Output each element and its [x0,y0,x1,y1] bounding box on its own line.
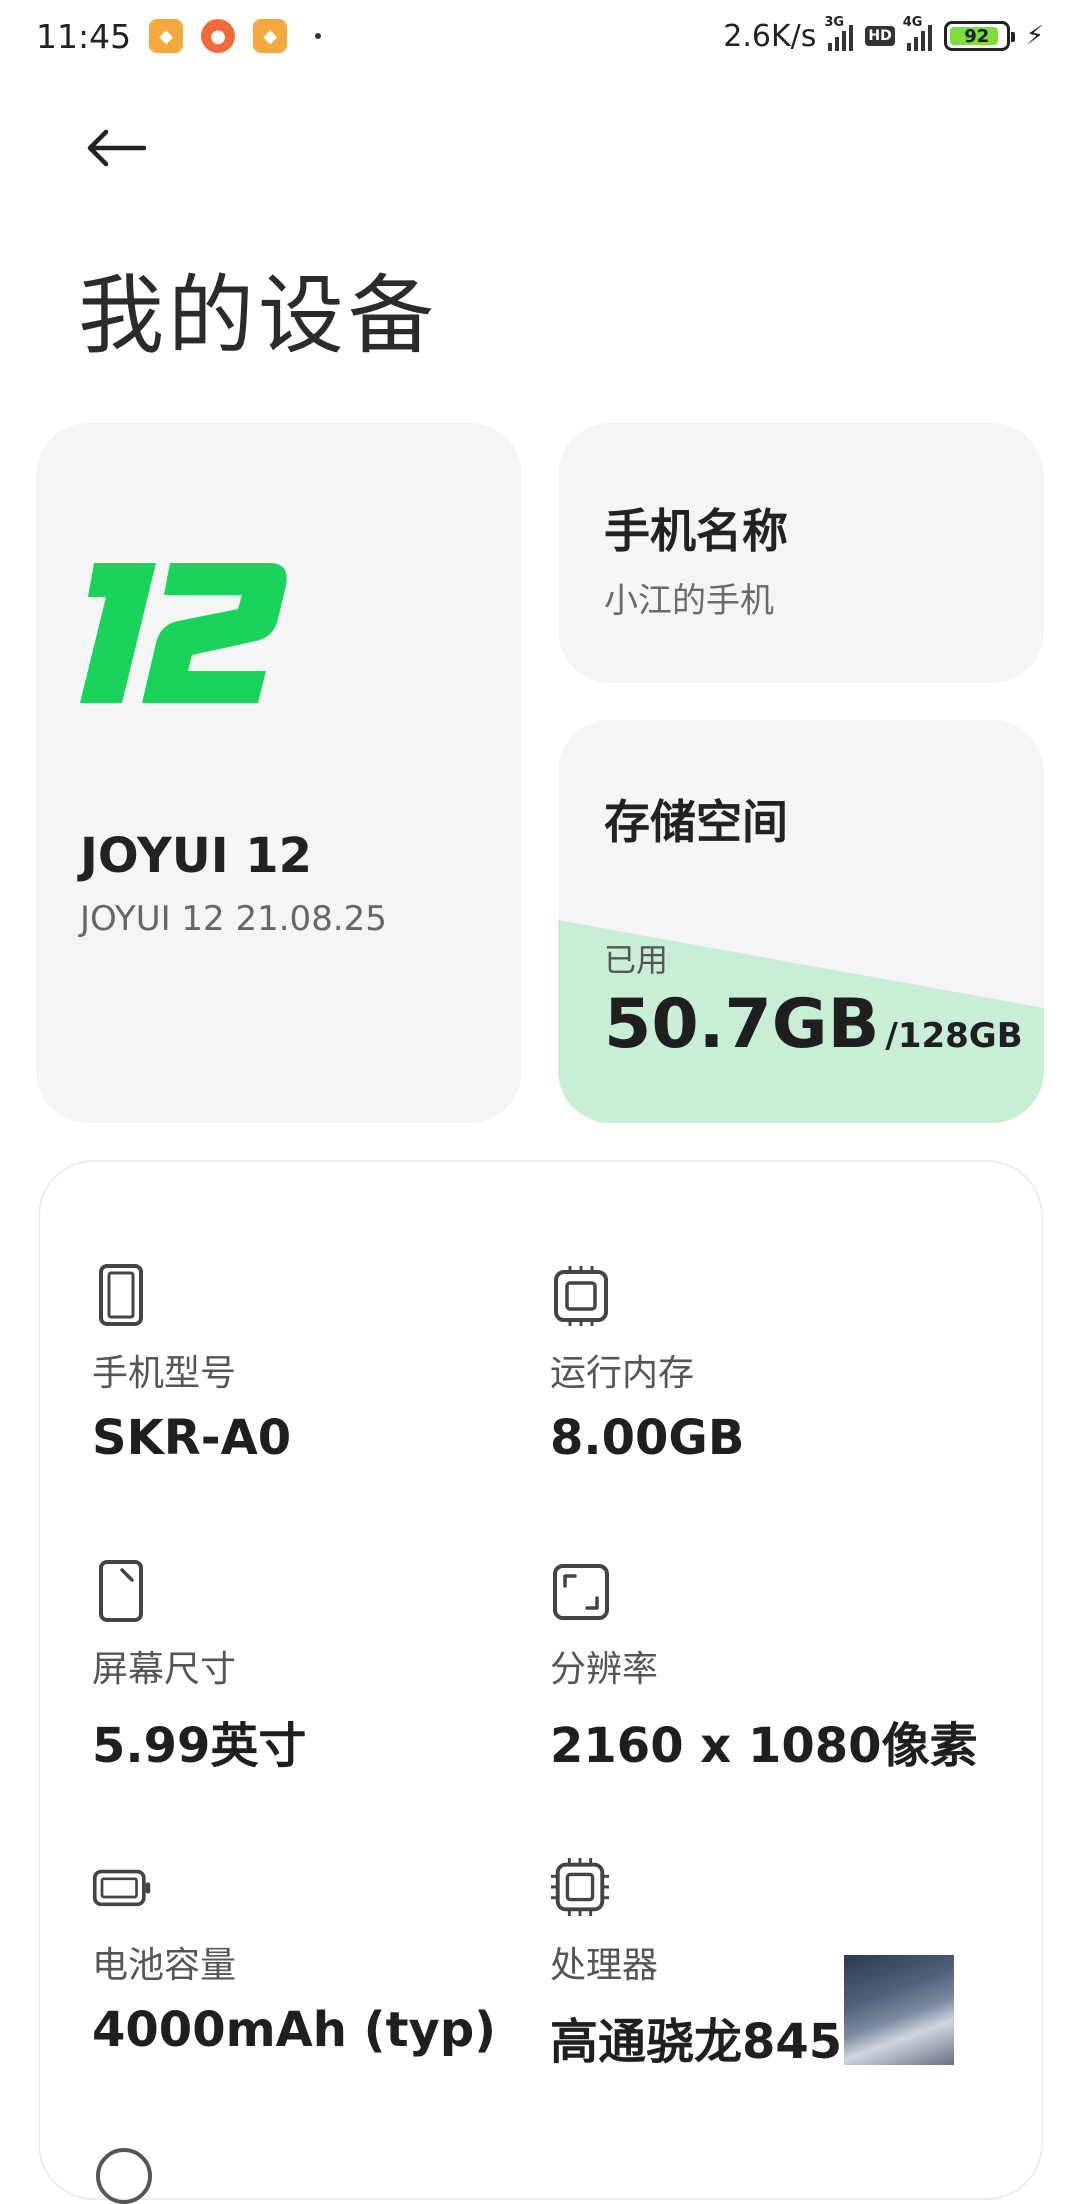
page-title: 我的设备 [78,266,438,366]
storage-used-amount: 50.7GB [604,985,880,1064]
processor-icon [550,1857,610,1917]
battery-level: 92 [964,25,990,47]
charging-bolt-icon: ⚡ [1025,21,1044,51]
signal-3g-icon: 3G [824,15,854,51]
phone-name-card[interactable]: 手机名称 小江的手机 [558,423,1044,683]
spec-label: 电池容量 [92,1945,237,1986]
phone-name-value: 小江的手机 [604,581,774,621]
joyui-12-logo [80,563,287,703]
os-version-card[interactable]: JOYUI 12 JOYUI 12 21.08.25 [36,423,522,1123]
status-bar: 11:45 ◆ ● ◆ 2.6K/s 3G HD 4G 92 ⚡ [0,0,1080,72]
battery-icon [92,1869,151,1907]
app-notification-icon: ◆ [149,19,184,53]
storage-used-label: 已用 [604,941,669,979]
spec-value: 5.99英寸 [92,1718,307,1774]
status-time: 11:45 [36,16,132,56]
memory-chip-icon [554,1266,608,1326]
back-button[interactable] [80,118,150,178]
spec-label: 屏幕尺寸 [92,1649,237,1690]
storage-card[interactable]: 存储空间 已用 50.7GB/128GB [558,720,1044,1123]
spec-label: 分辨率 [550,1649,659,1690]
game-notification-icon: ● [201,19,236,53]
app-notification-icon: ◆ [253,19,288,53]
resolution-icon [553,1564,609,1620]
signal-4g-icon: 4G [903,15,932,51]
storage-total: /128GB [885,1016,1023,1056]
spec-model[interactable]: 手机型号 SKR-A0 [92,1262,532,1466]
back-arrow-icon [87,129,146,167]
os-version: JOYUI 12 21.08.25 [80,899,387,939]
spec-ram[interactable]: 运行内存 8.00GB [550,1262,990,1466]
spec-label: 运行内存 [550,1353,695,1394]
screen-size-icon [99,1560,143,1622]
spec-value: 2160 x 1080像素 [550,1718,978,1774]
signal-4g-label: 4G [902,15,923,30]
phone-icon [99,1264,143,1326]
spec-battery[interactable]: 电池容量 4000mAh (typ) [92,1854,532,2058]
spec-value: 8.00GB [550,1410,745,1466]
floating-thumbnail-image[interactable] [844,1955,954,2065]
storage-title: 存储空间 [604,795,788,849]
spec-value: SKR-A0 [92,1410,292,1466]
battery-indicator-icon: 92 [943,21,1015,51]
hd-voice-icon: HD [865,26,895,46]
spec-label: 手机型号 [92,1353,237,1394]
os-name: JOYUI 12 [80,828,313,884]
more-notifications-dot-icon [315,33,322,39]
storage-used-value: 50.7GB/128GB [604,985,1023,1064]
network-speed: 2.6K/s [723,18,817,54]
signal-3g-label: 3G [824,15,845,30]
spec-resolution[interactable]: 分辨率 2160 x 1080像素 [550,1558,990,1776]
more-spec-icon [96,2148,152,2204]
spec-value: 4000mAh (typ) [92,2002,497,2058]
spec-screen-size[interactable]: 屏幕尺寸 5.99英寸 [92,1558,532,1776]
phone-name-title: 手机名称 [604,504,788,558]
